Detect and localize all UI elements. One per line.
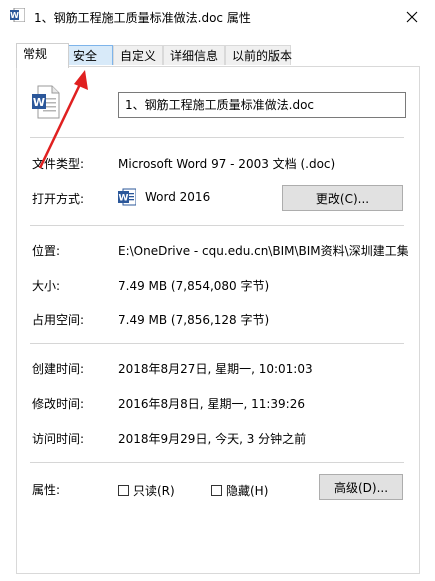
tab-general[interactable]: 常规	[16, 43, 69, 68]
close-icon	[406, 11, 418, 23]
hidden-checkbox[interactable]: 隐藏(H)	[211, 482, 268, 499]
tab-bar: 常规 安全 自定义 详细信息 以前的版本	[16, 43, 420, 68]
location-value: E:\OneDrive - cqu.edu.cn\BIM\BIM资料\深圳建工集	[118, 244, 408, 258]
checkbox-box	[118, 485, 129, 496]
tab-previous-versions[interactable]: 以前的版本	[225, 45, 292, 65]
divider	[30, 343, 404, 344]
word-app-icon: W	[118, 188, 137, 206]
window-title: 1、钢筋工程施工质量标准做法.doc 属性	[34, 11, 251, 25]
accessed-label: 访问时间:	[32, 432, 85, 446]
svg-text:W: W	[10, 11, 19, 20]
advanced-button[interactable]: 高级(D)...	[319, 474, 403, 500]
file-type-value: Microsoft Word 97 - 2003 文档 (.doc)	[118, 157, 336, 171]
word-file-icon: W	[32, 85, 60, 119]
modified-label: 修改时间:	[32, 397, 85, 411]
open-with-label: 打开方式:	[32, 192, 85, 206]
size-on-disk-label: 占用空间:	[32, 313, 85, 327]
divider	[30, 225, 404, 226]
created-value: 2018年8月27日, 星期一, 10:01:03	[118, 362, 313, 376]
svg-text:W: W	[33, 96, 45, 109]
divider	[30, 137, 404, 138]
divider	[30, 462, 404, 463]
tab-custom[interactable]: 自定义	[113, 45, 163, 65]
size-on-disk-value: 7.49 MB (7,856,128 字节)	[118, 313, 270, 327]
close-button[interactable]	[397, 4, 427, 30]
created-label: 创建时间:	[32, 362, 85, 376]
size-label: 大小:	[32, 279, 61, 293]
change-button[interactable]: 更改(C)...	[282, 185, 403, 211]
checkbox-box	[211, 485, 222, 496]
attributes-label: 属性:	[32, 483, 61, 497]
file-type-label: 文件类型:	[32, 157, 85, 171]
open-with-value: Word 2016	[145, 190, 211, 204]
location-label: 位置:	[32, 244, 61, 258]
readonly-label: 只读(R)	[133, 484, 175, 498]
accessed-value: 2018年9月29日, 今天, 3 分钟之前	[118, 432, 307, 446]
readonly-checkbox[interactable]: 只读(R)	[118, 482, 175, 499]
modified-value: 2016年8月8日, 星期一, 11:39:26	[118, 397, 305, 411]
title-bar: W 1、钢筋工程施工质量标准做法.doc 属性	[0, 0, 435, 34]
svg-text:W: W	[119, 194, 129, 204]
tab-details[interactable]: 详细信息	[163, 45, 225, 65]
tab-security[interactable]: 安全	[68, 45, 113, 65]
file-name-input[interactable]: 1、钢筋工程施工质量标准做法.doc	[118, 92, 406, 118]
size-value: 7.49 MB (7,854,080 字节)	[118, 279, 270, 293]
word-document-icon: W	[10, 7, 26, 23]
hidden-label: 隐藏(H)	[226, 484, 269, 498]
